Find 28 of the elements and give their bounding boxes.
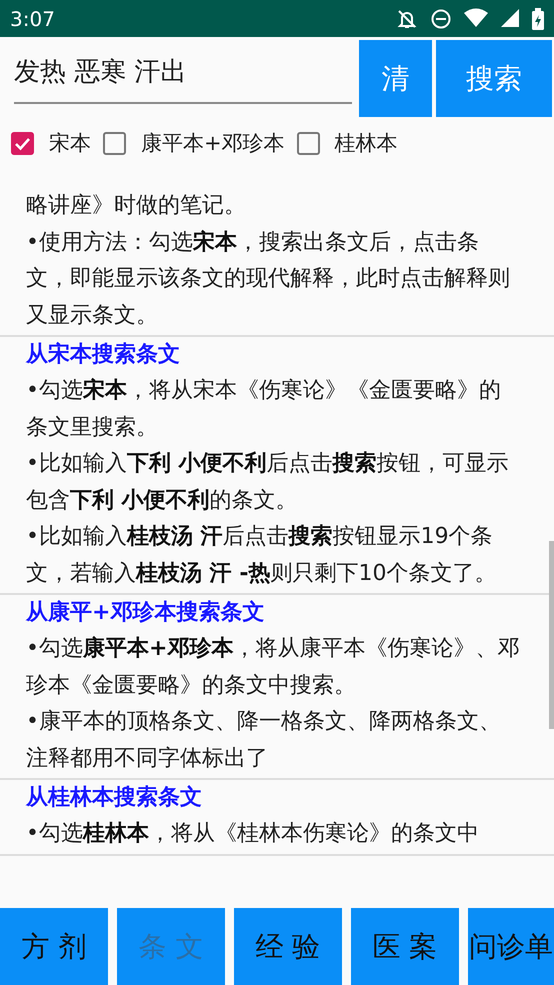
paragraph: •勾选康平本+邓珍本，将从康平本《伤寒论》、邓珍本《金匮要略》的条文中搜索。 bbox=[26, 635, 520, 700]
checkbox-label[interactable]: 宋本 bbox=[49, 129, 91, 157]
checkbox-label[interactable]: 康平本+邓珍本 bbox=[141, 129, 285, 157]
do-not-disturb-icon bbox=[430, 8, 452, 30]
signal-icon bbox=[500, 8, 520, 28]
section-heading: 从康平+邓珍本搜索条文 bbox=[26, 599, 266, 627]
section-heading: 从宋本搜索条文 bbox=[26, 340, 181, 369]
paragraph: 略讲座》时做的笔记。 bbox=[26, 192, 247, 220]
paragraph: •勾选桂林本，将从《桂林本伤寒论》的条文中 bbox=[26, 820, 480, 848]
checkbox[interactable] bbox=[11, 132, 34, 154]
scrollbar[interactable] bbox=[549, 541, 554, 729]
nav-tab[interactable]: 问诊单 bbox=[468, 908, 554, 985]
battery-icon bbox=[532, 8, 544, 30]
paragraph: •勾选宋本，将从宋本《伤寒论》《金匮要略》的条文里搜索。 bbox=[26, 376, 502, 442]
status-time: 3:07 bbox=[10, 6, 56, 30]
search-button[interactable]: 搜索 bbox=[436, 40, 552, 117]
checkbox[interactable] bbox=[296, 132, 320, 154]
checkbox-label[interactable]: 桂林本 bbox=[334, 129, 398, 157]
paragraph: •使用方法：勾选宋本，搜索出条文后，点击条文，即能显示该条文的现代解释，此时点击解释则又显示条文。 bbox=[26, 228, 511, 330]
bell-off-icon bbox=[396, 8, 418, 30]
section-heading: 从桂林本搜索条文 bbox=[26, 784, 203, 812]
clear-button[interactable]: 清 bbox=[359, 40, 432, 117]
checkbox[interactable] bbox=[103, 132, 126, 154]
paragraph: •康平本的顶格条文、降一格条文、降两格条文、注释都用不同字体标出了 bbox=[26, 708, 502, 772]
paragraph: •比如输入桂枝汤 汗后点击搜索按钮显示19个条文，若输入桂枝汤 汗 -热则只剩下10个条文了。 bbox=[26, 523, 498, 588]
search-field[interactable]: 发热 恶寒 汗出 bbox=[14, 40, 352, 104]
wifi-icon bbox=[464, 8, 488, 28]
paragraph: •比如输入下利 小便不利后点击搜索按钮，可显示包含下利 小便不利的条文。 bbox=[26, 450, 510, 514]
